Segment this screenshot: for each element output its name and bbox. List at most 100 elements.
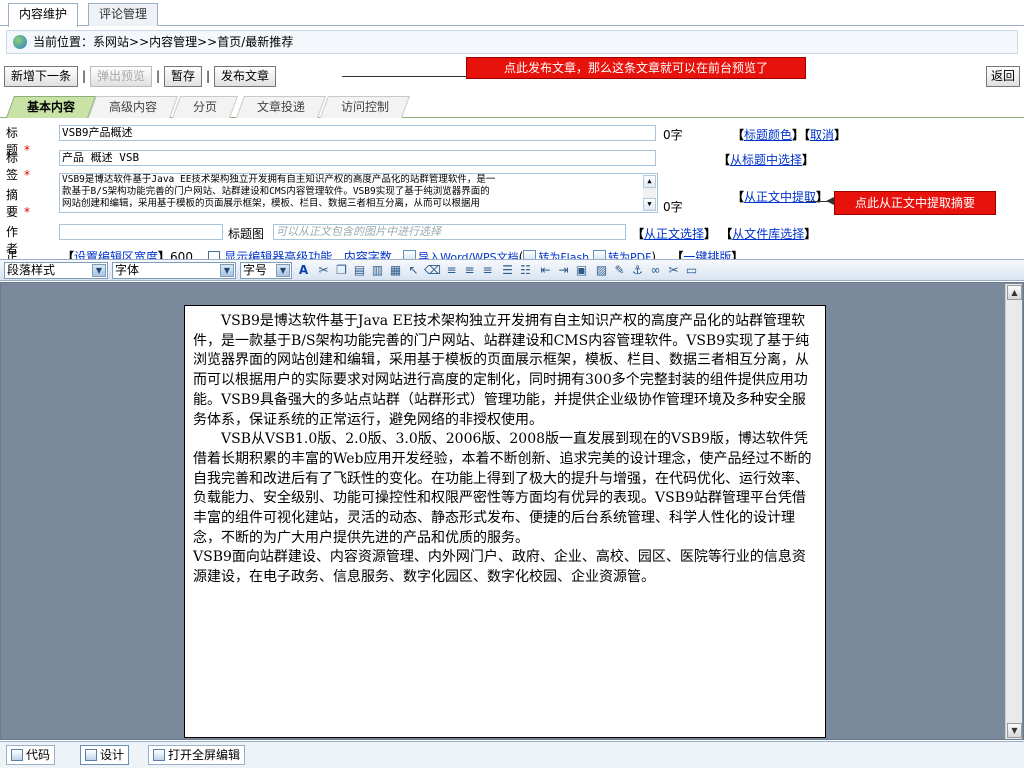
title-row: 标 题* VSB9产品概述 0字 【标题颜色】【取消】 (0, 124, 1024, 157)
tab-access-control[interactable]: 访问控制 (319, 96, 411, 118)
chevron-down-icon: ▼ (276, 264, 290, 277)
editor-paragraph: VSB9面向站群建设、内容资源管理、内外网门户、政府、企业、高校、园区、医院等行… (193, 549, 806, 586)
paste-icon[interactable]: ▤ (352, 263, 367, 278)
select-from-body-link[interactable]: 从正文选择 (644, 227, 704, 241)
font-size-select[interactable]: 字号 ▼ (240, 262, 292, 279)
summary-char-count: 0字 (663, 200, 683, 214)
tab-basic-content[interactable]: 基本内容 (5, 96, 97, 118)
preview-button[interactable]: 弹出预览 (90, 66, 153, 87)
author-input[interactable] (59, 224, 223, 240)
indent-icon[interactable]: ⇥ (556, 263, 571, 278)
font-value: 字体 (115, 263, 140, 277)
chevron-down-icon: ▼ (220, 264, 234, 277)
paragraph-style-select[interactable]: 段落样式 ▼ (4, 262, 108, 279)
save-next-button[interactable]: 新增下一条 (4, 66, 79, 87)
toolbar-separator: | (206, 69, 211, 83)
summary-line-3: 网站创建和编辑，采用基于模板的页面展示框架，模板、栏目、数据三者相互分离，从而可… (62, 198, 481, 209)
tab-article-delivery[interactable]: 文章投递 (235, 96, 327, 118)
tab-content-maintenance[interactable]: 内容维护 (8, 3, 79, 27)
fullscreen-label: 打开全屏编辑 (168, 748, 241, 762)
scroll-down-icon[interactable]: ▼ (643, 198, 656, 211)
cut-icon[interactable]: ✂ (316, 263, 331, 278)
code-icon (11, 749, 23, 761)
design-icon (85, 749, 97, 761)
title-image-links: 【从正文选择】 【从文件库选择】 (632, 227, 817, 241)
sub-tab-bar: 基本内容 高级内容 分页 文章投递 访问控制 (0, 94, 1024, 118)
table-icon[interactable]: ▣ (574, 263, 589, 278)
font-color-icon[interactable]: A (296, 263, 311, 278)
eraser-icon[interactable]: ⌫ (424, 263, 441, 278)
copy-icon[interactable]: ❐ (334, 263, 349, 278)
tab-advanced-content[interactable]: 高级内容 (87, 96, 179, 118)
required-mark: * (24, 205, 37, 219)
font-size-value: 字号 (243, 263, 268, 277)
align-right-icon[interactable]: ≡ (480, 263, 495, 278)
frame-icon[interactable]: ▭ (684, 263, 699, 278)
editor-area[interactable]: VSB9是博达软件基于Java EE技术架构独立开发拥有自主知识产权的高度产品化… (0, 282, 1024, 740)
align-center-icon[interactable]: ≡ (462, 263, 477, 278)
anchor-icon[interactable]: ⚓ (630, 263, 645, 278)
unlink-icon[interactable]: ✂ (666, 263, 681, 278)
title-input[interactable]: VSB9产品概述 (59, 125, 656, 141)
summary-textarea[interactable]: VSB9是博达软件基于Java EE技术架构独立开发拥有自主知识产权的高度产品化… (59, 173, 658, 213)
summary-scrollbar[interactable]: ▲ ▼ (643, 175, 656, 211)
tab-access-control-label: 访问控制 (341, 100, 390, 114)
back-button[interactable]: 返回 (985, 66, 1020, 87)
tags-row: 标 签* 产品 概述 VSB 【从标题中选择】 (0, 149, 1024, 182)
scroll-up-icon[interactable]: ▲ (1007, 285, 1022, 300)
callout-extract-arrow (826, 197, 834, 205)
align-left-icon[interactable]: ≡ (444, 263, 459, 278)
summary-line-2: 款基于B/S架构功能完善的门户网站、站群建设和CMS内容管理软件。VSB9实现了… (62, 186, 490, 197)
paste-word-icon[interactable]: ▦ (388, 263, 403, 278)
select-pointer-icon[interactable]: ↖ (406, 263, 421, 278)
paste-text-icon[interactable]: ▥ (370, 263, 385, 278)
image-icon[interactable]: ▨ (594, 263, 609, 278)
paragraph-style-value: 段落样式 (7, 263, 56, 277)
editor-document[interactable]: VSB9是博达软件基于Java EE技术架构独立开发拥有自主知识产权的高度产品化… (184, 305, 826, 738)
editor-scrollbar[interactable]: ▲ ▼ (1005, 284, 1022, 739)
outdent-icon[interactable]: ⇤ (538, 263, 553, 278)
globe-icon (13, 35, 27, 49)
design-view-label: 设计 (100, 748, 125, 762)
publish-button[interactable]: 发布文章 (214, 66, 277, 87)
editor-paragraph: VSB从VSB1.0版、2.0版、3.0版、2006版、2008版一直发展到现在… (193, 431, 812, 546)
ordered-list-icon[interactable]: ☰ (500, 263, 515, 278)
chevron-down-icon: ▼ (92, 264, 106, 277)
tags-input[interactable]: 产品 概述 VSB (59, 150, 656, 166)
scroll-up-icon[interactable]: ▲ (643, 175, 656, 188)
design-view-button[interactable]: 设计 (80, 745, 130, 765)
action-toolbar: 新增下一条 | 弹出预览 | 暂存 | 发布文章 (4, 66, 277, 88)
unordered-list-icon[interactable]: ☷ (518, 263, 533, 278)
draft-button[interactable]: 暂存 (164, 66, 203, 87)
fullscreen-button[interactable]: 打开全屏编辑 (148, 745, 246, 765)
editor-mode-bar: 代码 设计 打开全屏编辑 (0, 741, 1024, 768)
summary-links: 【从正文中提取】 (732, 190, 829, 204)
tab-article-delivery-label: 文章投递 (257, 100, 306, 114)
title-image-label: 标题图 (228, 227, 265, 241)
link-icon[interactable]: ∞ (648, 263, 663, 278)
code-view-label: 代码 (26, 748, 51, 762)
tab-comment-management[interactable]: 评论管理 (88, 3, 159, 26)
toolbar-separator: | (156, 69, 161, 83)
title-links: 【标题颜色】【取消】 (732, 128, 847, 142)
tags-links: 【从标题中选择】 (718, 153, 815, 167)
title-color-link[interactable]: 标题颜色 (744, 128, 792, 142)
summary-line-1: VSB9是博达软件基于Java EE技术架构独立开发拥有自主知识产权的高度产品化… (62, 174, 496, 185)
callout-extract: 点此从正文中提取摘要 (834, 191, 996, 215)
tab-pagination[interactable]: 分页 (171, 96, 239, 118)
location-label: 当前位置： (33, 35, 94, 49)
scroll-down-icon[interactable]: ▼ (1007, 723, 1022, 738)
code-view-button[interactable]: 代码 (6, 745, 56, 765)
callout-publish: 点此发布文章，那么这条文章就可以在前台预览了 (466, 57, 806, 79)
select-from-library-link[interactable]: 从文件库选择 (732, 227, 804, 241)
summary-label-text: 摘 要 (6, 188, 25, 219)
media-icon[interactable]: ✎ (612, 263, 627, 278)
tags-from-title-link[interactable]: 从标题中选择 (730, 153, 802, 167)
toolbar-separator: | (81, 69, 87, 83)
title-cancel-link[interactable]: 取消 (810, 128, 834, 142)
font-select[interactable]: 字体 ▼ (112, 262, 236, 279)
title-image-input[interactable]: 可以从正文包含的图片中进行选择 (273, 224, 626, 240)
author-row: 作 者 标题图 可以从正文包含的图片中进行选择 【从正文选择】 【从文件库选择】 (0, 223, 1024, 256)
title-char-count: 0字 (663, 128, 683, 142)
fullscreen-icon (153, 749, 165, 761)
